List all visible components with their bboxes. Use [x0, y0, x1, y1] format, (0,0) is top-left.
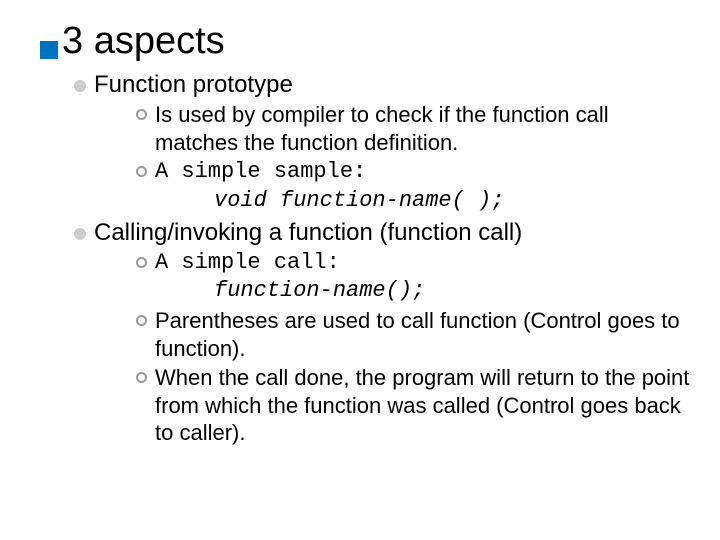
subitem-text: Parentheses are used to call function (C… [155, 307, 690, 362]
sublist: Is used by compiler to check if the func… [74, 101, 690, 186]
section-calling-invoking: Calling/invoking a function (function ca… [40, 219, 690, 447]
sublist: Parentheses are used to call function (C… [74, 307, 690, 447]
list-item: Function prototype [74, 71, 690, 99]
subitem-prefix: A simple call: [155, 249, 340, 277]
subitem-prefix: A simple sample: [155, 158, 366, 186]
list-item: When the call done, the program will ret… [136, 364, 690, 447]
square-bullet-icon [40, 41, 58, 59]
dot-bullet-icon [74, 80, 86, 92]
code-sample: function-name(); [74, 278, 690, 303]
ring-bullet-icon [136, 315, 147, 326]
subitem-text: When the call done, the program will ret… [155, 364, 690, 447]
subitem-text: Is used by compiler to check if the func… [155, 101, 690, 156]
ring-bullet-icon [136, 109, 147, 120]
section-heading: Calling/invoking a function (function ca… [94, 219, 522, 247]
list-item: Is used by compiler to check if the func… [136, 101, 690, 156]
sublist: A simple call: [74, 249, 690, 277]
ring-bullet-icon [136, 257, 147, 268]
list-item: A simple sample: [136, 158, 690, 186]
list-item: Parentheses are used to call function (C… [136, 307, 690, 362]
code-sample: void function-name( ); [74, 188, 690, 213]
ring-bullet-icon [136, 166, 147, 177]
ring-bullet-icon [136, 372, 147, 383]
slide-title-row: 3 aspects [40, 20, 690, 63]
slide-title: 3 aspects [62, 20, 225, 63]
section-heading: Function prototype [94, 71, 293, 99]
dot-bullet-icon [74, 228, 86, 240]
list-item: A simple call: [136, 249, 690, 277]
list-item: Calling/invoking a function (function ca… [74, 219, 690, 247]
section-function-prototype: Function prototype Is used by compiler t… [40, 71, 690, 213]
